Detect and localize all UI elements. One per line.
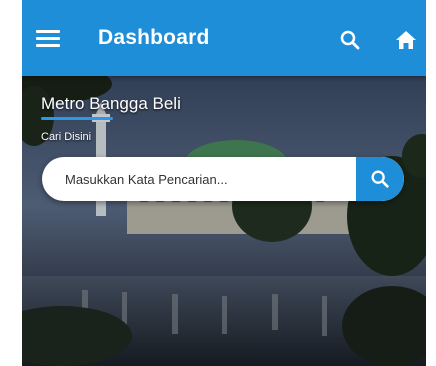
search-icon — [371, 170, 389, 188]
hero-subtitle: Cari Disini — [41, 131, 92, 143]
app-bar: Dashboard — [22, 0, 426, 76]
hero-title: Metro Bangga Beli — [41, 94, 181, 113]
hero-title-underline — [41, 117, 113, 120]
search-input[interactable] — [42, 157, 352, 201]
search-submit-button[interactable] — [356, 157, 404, 201]
search-icon[interactable] — [338, 28, 362, 52]
phone-screen: Dashboard Metro Bangga Beli Cari Disini … — [22, 0, 426, 366]
home-icon[interactable] — [394, 28, 418, 52]
menu-icon[interactable] — [36, 30, 60, 48]
search-bar — [42, 157, 404, 201]
page-title: Dashboard — [98, 26, 210, 49]
